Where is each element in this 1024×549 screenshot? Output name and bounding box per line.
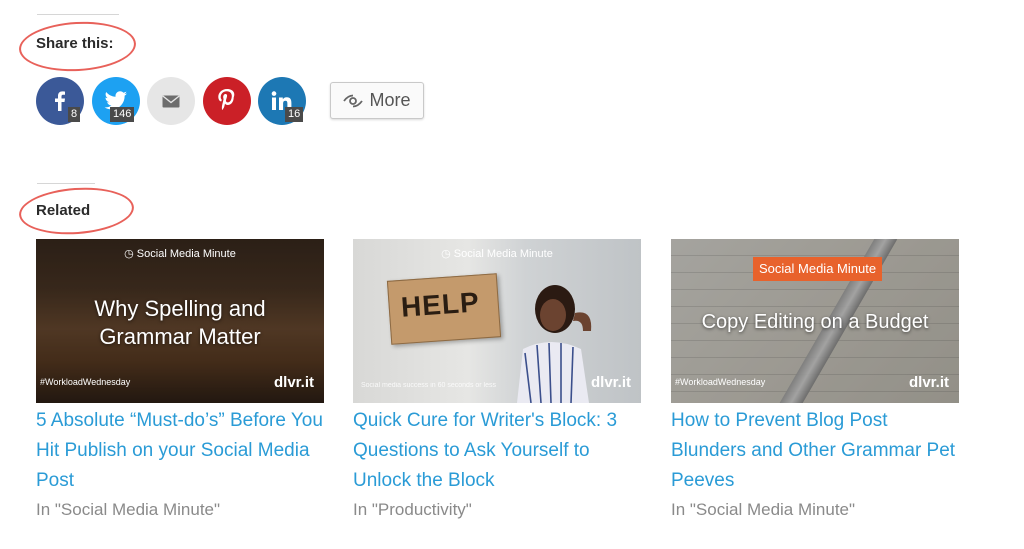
thumbnail-hashtag: #WorkloadWednesday: [675, 377, 766, 387]
thumbnail-tagline: Social media success in 60 seconds or le…: [361, 382, 497, 389]
share-more-button[interactable]: More: [330, 82, 424, 119]
thumbnail-brand: ◷ Social Media Minute: [441, 248, 553, 260]
thumbnail-brand: ◷ Social Media Minute: [124, 248, 236, 260]
dlvrit-logo: dlvr.it: [590, 374, 631, 391]
clock-icon: ◷: [124, 248, 137, 260]
person-illustration: [517, 285, 592, 403]
annotation-circle-share: [17, 18, 138, 75]
dlvrit-logo: dlvr.it: [908, 374, 949, 391]
share-email-button[interactable]: [147, 77, 195, 125]
related-post-thumbnail[interactable]: HELP ◷ Social Media Minute Social media …: [353, 239, 641, 403]
related-post-card: HELP ◷ Social Media Minute Social media …: [353, 239, 641, 524]
related-post-title-link[interactable]: Quick Cure for Writer's Block: 3 Questio…: [353, 406, 641, 496]
related-post-category: In "Social Media Minute": [671, 500, 856, 519]
more-label: More: [369, 90, 411, 110]
pinterest-icon: [218, 89, 235, 110]
annotation-circle-related: [17, 184, 136, 238]
thumbnail-headline: Why Spelling and Grammar Matter: [94, 296, 266, 349]
related-post-category: In "Social Media Minute": [36, 500, 221, 519]
clock-icon: ◷: [441, 248, 454, 260]
thumbnail-brand: Social Media Minute: [753, 257, 883, 281]
related-post-thumbnail[interactable]: Social Media Minute Copy Editing on a Bu…: [671, 239, 959, 403]
dlvrit-logo: dlvr.it: [273, 374, 314, 391]
related-post-card: ◷ Social Media Minute Why Spelling and G…: [36, 239, 324, 524]
related-post-title-link[interactable]: How to Prevent Blog Post Blunders and Ot…: [671, 406, 959, 496]
facebook-share-count: 8: [68, 107, 81, 122]
share-divider: [37, 14, 119, 15]
share-icon: [343, 94, 364, 107]
email-icon: [162, 94, 180, 107]
share-pinterest-button[interactable]: [203, 77, 251, 125]
help-sign-text: HELP: [399, 286, 481, 323]
twitter-share-count: 146: [110, 107, 135, 122]
related-divider: [37, 183, 95, 184]
thumbnail-hashtag: #WorkloadWednesday: [40, 377, 131, 387]
related-post-category: In "Productivity": [353, 500, 472, 519]
linkedin-share-count: 16: [285, 107, 304, 122]
related-post-title-link[interactable]: 5 Absolute “Must-do’s” Before You Hit Pu…: [36, 406, 324, 496]
thumbnail-headline: Copy Editing on a Budget: [701, 311, 929, 333]
related-post-thumbnail[interactable]: ◷ Social Media Minute Why Spelling and G…: [36, 239, 324, 403]
related-post-card: Social Media Minute Copy Editing on a Bu…: [671, 239, 959, 524]
